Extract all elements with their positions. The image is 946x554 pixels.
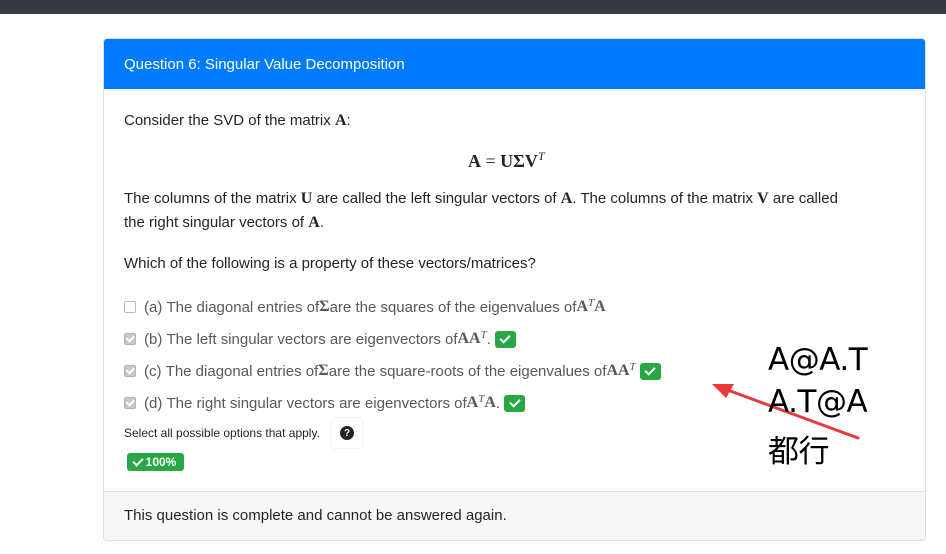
- select-hint: Select all possible options that apply.: [124, 426, 320, 440]
- question-circle-icon: ?: [340, 426, 354, 440]
- correct-check-icon: [504, 394, 526, 412]
- question-title: Question 6: Singular Value Decomposition: [124, 56, 405, 73]
- top-navbar: [0, 0, 946, 14]
- annotation-line-2: A.T@A: [768, 384, 868, 420]
- svd-equation: A = UΣVT: [468, 149, 545, 171]
- description-line-1: The columns of the matrix U are called t…: [124, 190, 838, 207]
- option-a-checkbox[interactable]: [124, 301, 136, 314]
- matrix-A: A: [334, 112, 347, 129]
- option-d[interactable]: (d) The right singular vectors are eigen…: [124, 393, 526, 413]
- correct-check-icon: [494, 330, 516, 348]
- intro-text: Consider the SVD of the matrix A:: [124, 112, 351, 129]
- option-d-checkbox[interactable]: [124, 397, 136, 410]
- option-c[interactable]: (c) The diagonal entries of Σ are the sq…: [124, 361, 661, 381]
- question-prompt: Which of the following is a property of …: [124, 255, 536, 272]
- option-a[interactable]: (a) The diagonal entries of Σ are the sq…: [124, 297, 606, 317]
- annotation-line-3: 都行: [768, 434, 830, 470]
- option-b-checkbox[interactable]: [124, 333, 136, 346]
- annotation-line-1: A@A.T: [768, 342, 868, 378]
- score-badge: 100%: [127, 453, 184, 471]
- question-footer: This question is complete and cannot be …: [104, 491, 925, 540]
- question-header: Question 6: Singular Value Decomposition: [104, 39, 925, 89]
- correct-check-icon: [639, 362, 661, 380]
- footer-message: This question is complete and cannot be …: [124, 507, 507, 524]
- help-button[interactable]: ?: [332, 418, 362, 448]
- description-line-2: the right singular vectors of A.: [124, 214, 324, 231]
- option-b[interactable]: (b) The left singular vectors are eigenv…: [124, 329, 516, 349]
- option-c-checkbox[interactable]: [124, 365, 136, 378]
- check-icon: [131, 454, 144, 467]
